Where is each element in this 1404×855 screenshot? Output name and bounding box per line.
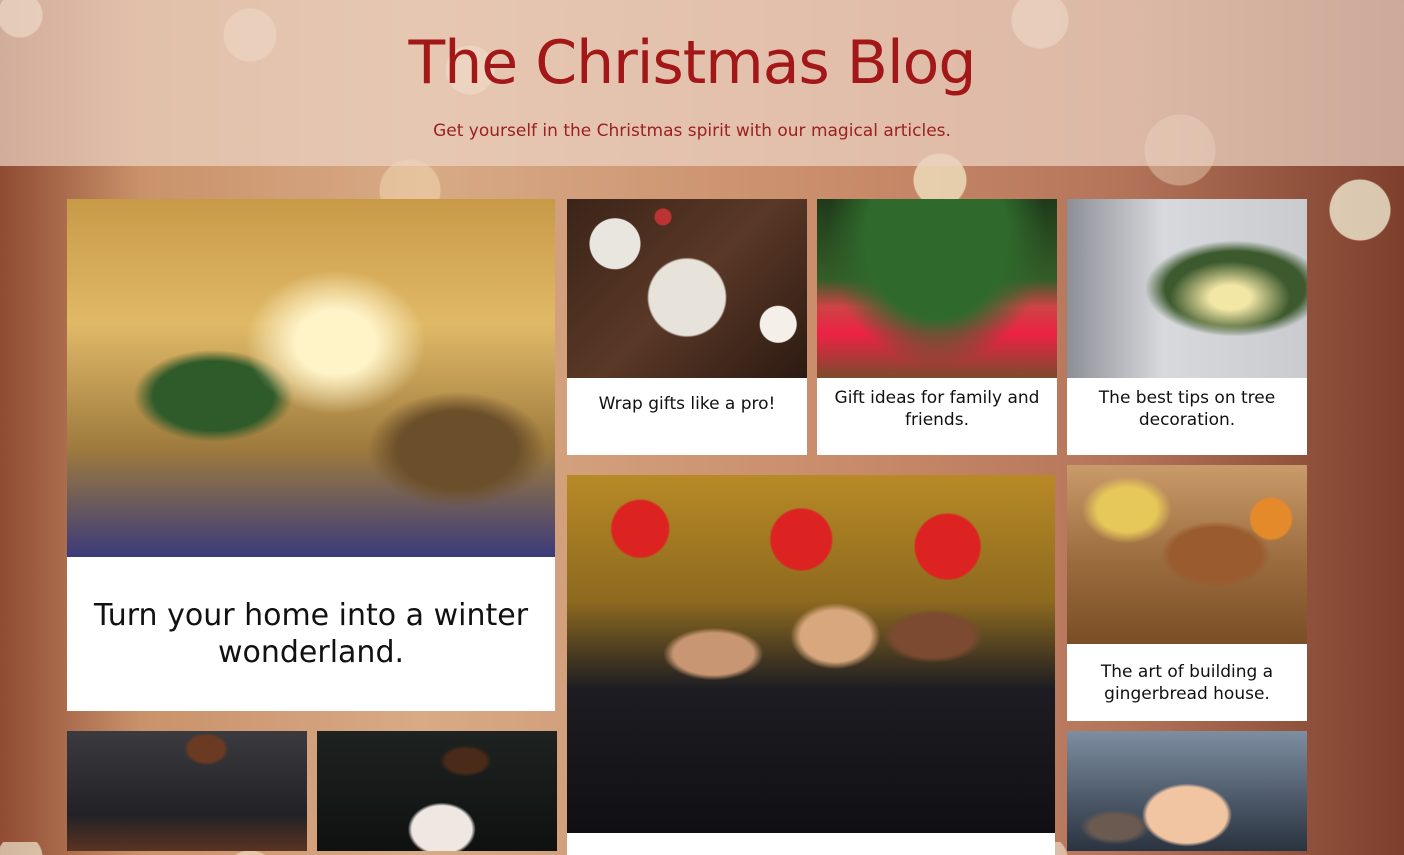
article-title[interactable]: The art of building a gingerbread house. bbox=[1067, 644, 1307, 721]
article-title[interactable]: Turn your home into a winter wonderland. bbox=[67, 557, 555, 711]
article-card-wrap-gifts[interactable]: Wrap gifts like a pro! bbox=[567, 199, 807, 455]
site-title[interactable]: The Christmas Blog bbox=[0, 28, 1384, 98]
article-card-chocolate-2[interactable] bbox=[317, 731, 557, 851]
site-header: The Christmas Blog Get yourself in the C… bbox=[0, 0, 1404, 166]
gingerbread-house-image[interactable] bbox=[1067, 465, 1307, 644]
site-tagline: Get yourself in the Christmas spirit wit… bbox=[433, 121, 951, 141]
chocolate-drip-image[interactable] bbox=[67, 731, 307, 851]
decorating-tree-image[interactable] bbox=[1067, 199, 1307, 378]
chocolate-spoon-image[interactable] bbox=[317, 731, 557, 851]
article-card-party[interactable] bbox=[567, 475, 1055, 855]
article-title[interactable]: Wrap gifts like a pro! bbox=[567, 378, 807, 430]
article-card-chocolate-1[interactable] bbox=[67, 731, 307, 851]
article-title[interactable]: Gift ideas for family and friends. bbox=[817, 378, 1057, 440]
article-card-tree-decoration[interactable]: The best tips on tree decoration. bbox=[1067, 199, 1307, 455]
article-card-winter-wonderland[interactable]: Turn your home into a winter wonderland. bbox=[67, 199, 555, 711]
article-card-home-alone[interactable] bbox=[1067, 731, 1307, 851]
presents-under-tree-image[interactable] bbox=[817, 199, 1057, 378]
movie-kid-image[interactable] bbox=[1067, 731, 1307, 851]
article-card-gingerbread[interactable]: The art of building a gingerbread house. bbox=[1067, 465, 1307, 721]
article-title[interactable]: The best tips on tree decoration. bbox=[1067, 378, 1307, 440]
wrapped-gift-image[interactable] bbox=[567, 199, 807, 378]
article-card-gift-ideas[interactable]: Gift ideas for family and friends. bbox=[817, 199, 1057, 455]
decorated-living-room-image[interactable] bbox=[67, 199, 555, 557]
christmas-party-image[interactable] bbox=[567, 475, 1055, 833]
